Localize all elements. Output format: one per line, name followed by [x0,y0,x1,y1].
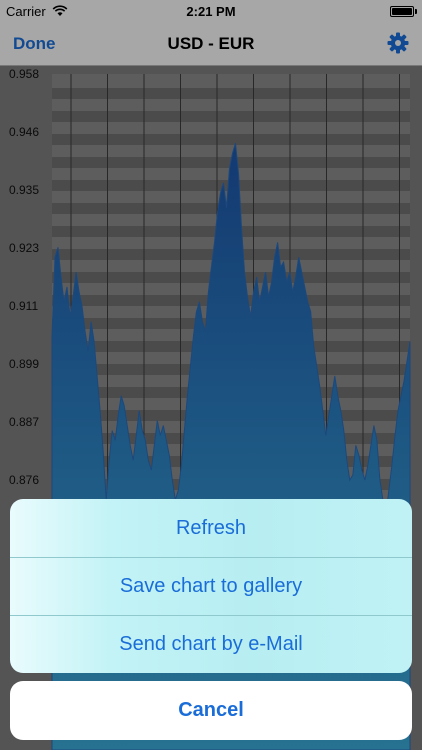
send-chart-by-email-option[interactable]: Send chart by e-Mail [10,615,412,673]
refresh-option[interactable]: Refresh [10,499,412,557]
action-sheet: Refresh Save chart to gallery Send chart… [10,499,412,673]
save-chart-to-gallery-option[interactable]: Save chart to gallery [10,557,412,615]
cancel-button[interactable]: Cancel [10,681,412,740]
